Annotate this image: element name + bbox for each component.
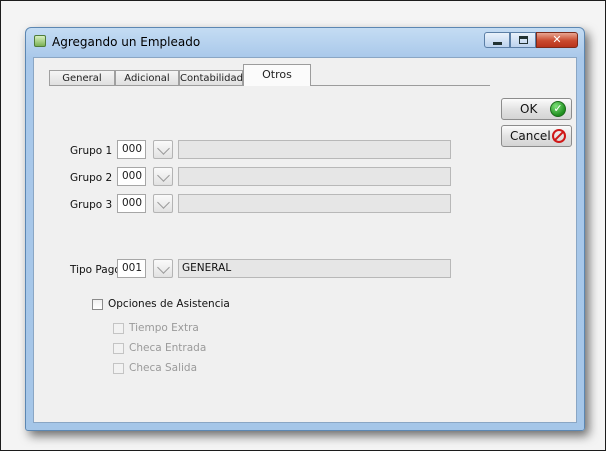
- tab-otros[interactable]: Otros: [243, 64, 311, 86]
- app-icon: [34, 35, 46, 47]
- tab-adicional[interactable]: Adicional: [115, 70, 179, 86]
- tiempo-extra-label: Tiempo Extra: [129, 322, 199, 334]
- cancel-button[interactable]: Cancel: [501, 125, 572, 147]
- window-controls: ✕: [484, 32, 578, 50]
- checa-entrada-label: Checa Entrada: [129, 342, 207, 354]
- close-button[interactable]: ✕: [536, 32, 578, 48]
- tipo-pago-lookup-button[interactable]: [153, 259, 173, 278]
- ok-button-label: OK: [520, 102, 538, 116]
- prohibited-icon: [552, 129, 566, 143]
- grupo-2-description-field: [178, 167, 451, 186]
- chevron-down-icon: [157, 169, 170, 182]
- tipo-pago-description-field: GENERAL: [178, 259, 451, 278]
- chevron-down-icon: [157, 261, 170, 274]
- grupo-2-lookup-button[interactable]: [153, 167, 173, 186]
- tab-general[interactable]: General: [49, 70, 115, 86]
- tiempo-extra-checkbox[interactable]: [113, 323, 124, 334]
- minimize-icon: [493, 42, 502, 45]
- ok-button[interactable]: OK ✓: [501, 98, 572, 120]
- grupo-3-description-field: [178, 194, 451, 213]
- opciones-asistencia-checkbox[interactable]: [92, 299, 103, 310]
- maximize-button[interactable]: [510, 32, 536, 48]
- dialog-body: General Adicional Contabilidad Otros OK …: [33, 57, 577, 423]
- grupo-1-code-input[interactable]: 000: [117, 140, 146, 159]
- minimize-button[interactable]: [484, 32, 510, 48]
- window-title: Agregando un Empleado: [52, 35, 201, 49]
- dialog-window: Agregando un Empleado ✕ General Adiciona…: [25, 27, 585, 431]
- grupo-3-label: Grupo 3: [70, 199, 113, 211]
- chevron-down-icon: [157, 142, 170, 155]
- checa-salida-checkbox[interactable]: [113, 363, 124, 374]
- grupo-2-label: Grupo 2: [70, 172, 113, 184]
- chevron-down-icon: [157, 196, 170, 209]
- title-bar[interactable]: Agregando un Empleado ✕: [26, 28, 584, 56]
- grupo-3-lookup-button[interactable]: [153, 194, 173, 213]
- grupo-1-lookup-button[interactable]: [153, 140, 173, 159]
- grupo-1-description-field: [178, 140, 451, 159]
- maximize-icon: [519, 36, 528, 44]
- checa-entrada-checkbox[interactable]: [113, 343, 124, 354]
- close-icon: ✕: [552, 33, 562, 46]
- check-circle-icon: ✓: [550, 101, 566, 117]
- tipo-pago-label: Tipo Pago: [70, 264, 121, 276]
- cancel-button-label: Cancel: [510, 129, 551, 143]
- checa-salida-label: Checa Salida: [129, 362, 198, 374]
- grupo-1-label: Grupo 1: [70, 145, 113, 157]
- grupo-3-code-input[interactable]: 000: [117, 194, 146, 213]
- opciones-asistencia-label: Opciones de Asistencia: [108, 298, 230, 310]
- grupo-2-code-input[interactable]: 000: [117, 167, 146, 186]
- tab-contabilidad[interactable]: Contabilidad: [179, 70, 243, 86]
- tipo-pago-code-input[interactable]: 001: [117, 259, 146, 278]
- screenshot-frame: Agregando un Empleado ✕ General Adiciona…: [0, 0, 606, 451]
